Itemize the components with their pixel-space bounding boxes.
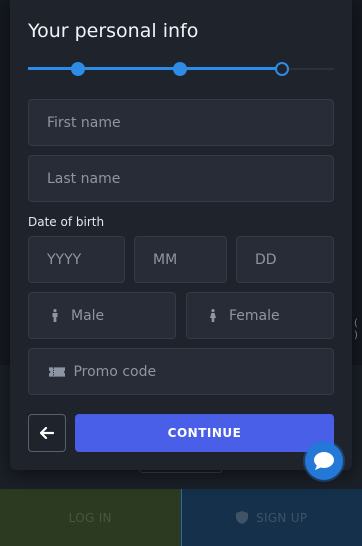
- login-button[interactable]: LOG IN: [0, 489, 181, 546]
- date-of-birth-label: Date of birth: [28, 215, 105, 229]
- dob-year-input[interactable]: [47, 251, 124, 268]
- first-name-field[interactable]: [28, 99, 334, 146]
- signup-button[interactable]: SIGN UP: [180, 489, 362, 546]
- modal-title: Your personal info: [28, 20, 199, 42]
- female-icon: [210, 309, 216, 322]
- dob-year-field[interactable]: [28, 236, 125, 283]
- female-label: Female: [229, 307, 280, 324]
- dob-day-input[interactable]: [255, 251, 333, 268]
- background-edge-text: (): [354, 318, 358, 341]
- back-button[interactable]: [28, 414, 66, 452]
- dob-month-field[interactable]: [134, 236, 227, 283]
- first-name-input[interactable]: [47, 114, 333, 131]
- progress-stepper: [28, 62, 334, 76]
- male-label: Male: [71, 307, 105, 324]
- gender-female-option[interactable]: Female: [186, 292, 334, 339]
- chat-icon: [314, 452, 334, 470]
- bottom-bar: LOG IN SIGN UP: [0, 489, 362, 546]
- gender-male-option[interactable]: Male: [28, 292, 176, 339]
- dob-month-input[interactable]: [153, 251, 226, 268]
- continue-button[interactable]: CONTINUE: [75, 414, 334, 452]
- last-name-field[interactable]: [28, 155, 334, 202]
- step-1-dot: [71, 62, 85, 76]
- male-icon: [52, 309, 58, 322]
- ticket-icon: [49, 366, 66, 377]
- arrow-left-icon: [40, 427, 54, 439]
- chat-button[interactable]: [305, 442, 343, 480]
- dob-day-field[interactable]: [236, 236, 334, 283]
- progress-fill: [28, 67, 282, 70]
- promo-code-input[interactable]: [73, 363, 333, 380]
- shield-icon: [236, 511, 249, 524]
- promo-code-field[interactable]: [28, 348, 334, 395]
- personal-info-modal: Your personal info Date of birth Male Fe…: [10, 0, 352, 470]
- login-label: LOG IN: [68, 510, 112, 525]
- step-2-dot: [173, 62, 187, 76]
- signup-label: SIGN UP: [256, 510, 308, 525]
- last-name-input[interactable]: [47, 170, 333, 187]
- step-3-dot: [275, 62, 289, 76]
